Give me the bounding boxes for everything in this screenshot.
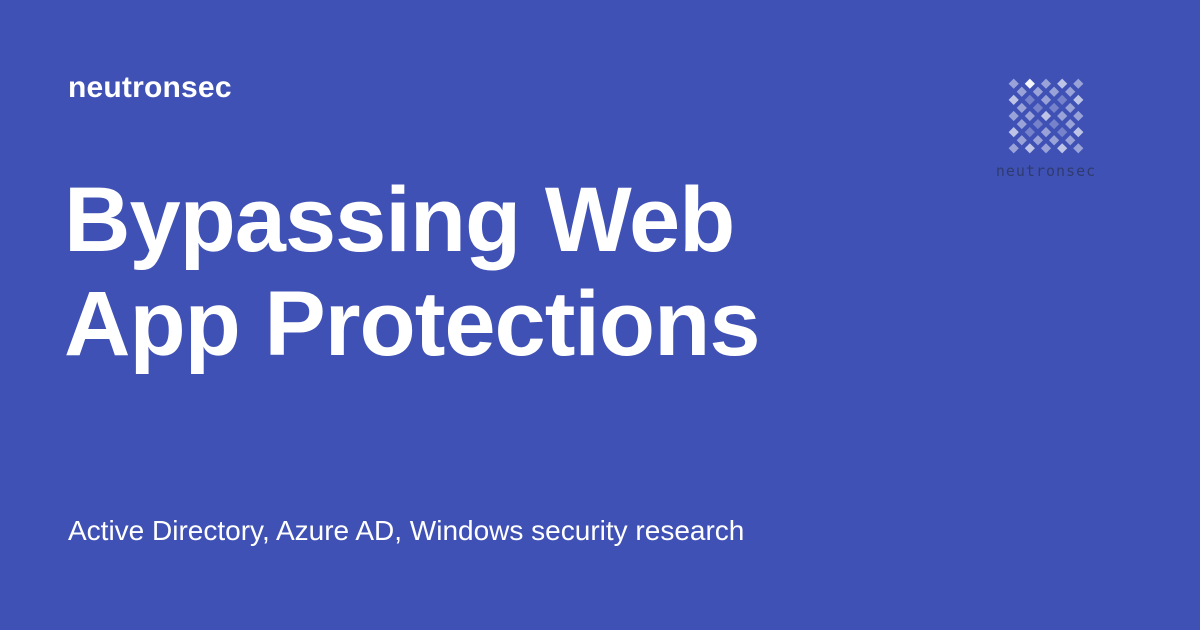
logo-tile (1057, 143, 1068, 154)
logo-tile (1065, 118, 1076, 130)
diamond-grid-icon (1008, 78, 1084, 154)
logo-tile (1040, 127, 1052, 138)
post-title-line-2: App Protections (64, 273, 760, 375)
logo-tile (1057, 110, 1068, 122)
logo-tile (1057, 127, 1068, 138)
logo-wordmark: neutronsec (995, 162, 1097, 180)
logo-tile (1032, 86, 1044, 97)
logo-tile (1073, 110, 1084, 122)
logo-tile (1032, 135, 1044, 146)
logo-tile (1024, 143, 1035, 154)
post-description: Active Directory, Azure AD, Windows secu… (68, 515, 745, 546)
logo-tile (1065, 102, 1076, 114)
logo-tile (1048, 118, 1060, 130)
logo-tile (1073, 143, 1084, 154)
logo-tile (1016, 86, 1027, 97)
logo-tile (1008, 94, 1019, 105)
logo-tile (1040, 78, 1052, 89)
social-card: neutronsec Bypassing Web App Protections… (0, 0, 1200, 630)
logo-tile (1016, 135, 1027, 146)
logo-tile (1024, 110, 1035, 122)
site-logo: neutronsec (976, 72, 1116, 192)
logo-tile (1048, 86, 1060, 97)
post-title: Bypassing Web App Protections (64, 168, 884, 376)
logo-tile (1008, 127, 1019, 138)
logo-tile (1008, 78, 1019, 89)
logo-tile (1065, 86, 1076, 97)
logo-tile (1032, 102, 1044, 114)
logo-tile (1040, 110, 1052, 122)
logo-tile (1057, 78, 1068, 89)
logo-tile (1073, 78, 1084, 89)
logo-tile (1032, 118, 1044, 130)
logo-tile (1040, 94, 1052, 105)
logo-tile (1048, 102, 1060, 114)
logo-tile (1008, 110, 1019, 122)
post-title-line-1: Bypassing Web (64, 169, 735, 271)
logo-tile (1073, 94, 1084, 105)
logo-tile (1040, 143, 1052, 154)
logo-tile (1024, 94, 1035, 105)
logo-tile (1073, 127, 1084, 138)
logo-tile (1057, 94, 1068, 105)
logo-tile (1065, 135, 1076, 146)
logo-tile (1016, 118, 1027, 130)
logo-tile (1024, 127, 1035, 138)
logo-tile (1048, 135, 1060, 146)
logo-tile (1016, 102, 1027, 114)
site-name: neutronsec (68, 71, 232, 104)
logo-tile (1008, 143, 1019, 154)
logo-tile (1024, 78, 1035, 89)
